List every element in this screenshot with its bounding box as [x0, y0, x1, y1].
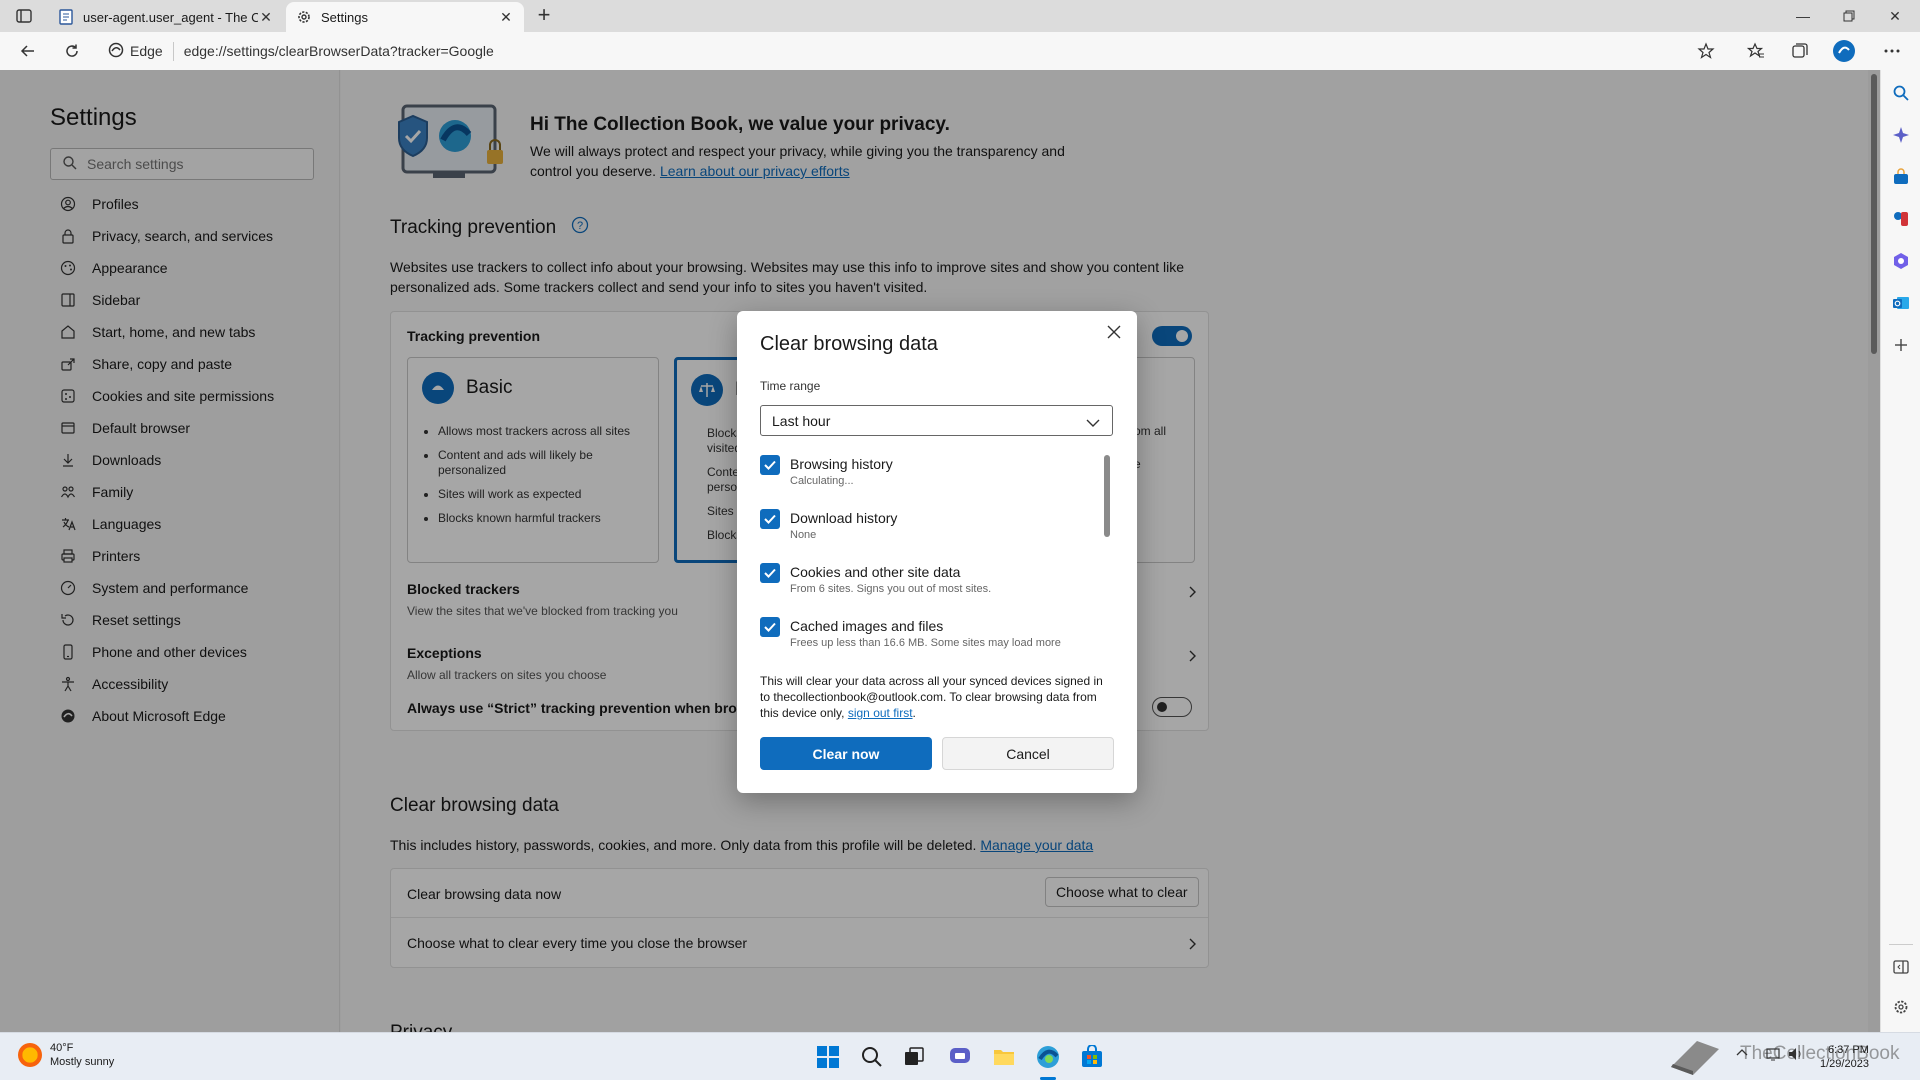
network-icon[interactable] — [1766, 1047, 1782, 1064]
checkmark-icon — [764, 568, 776, 578]
data-type-item[interactable]: Download history None — [760, 507, 1090, 547]
title-bar: user-agent.user_agent - The Coll ✕ Setti… — [0, 0, 1920, 32]
data-type-title: Cookies and other site data — [790, 564, 961, 580]
add-favorite-icon[interactable] — [1692, 38, 1720, 64]
outlook-icon[interactable] — [1892, 294, 1910, 312]
sync-note-end: . — [912, 706, 916, 720]
tab-user-agent[interactable]: user-agent.user_agent - The Coll ✕ — [48, 2, 284, 32]
edge-sidebar — [1880, 70, 1920, 1032]
start-icon[interactable] — [814, 1043, 842, 1071]
taskbar: 40°F Mostly sunny TheCollectionBook 6:37… — [0, 1032, 1920, 1080]
data-type-list: Browsing history Calculating... Download h… — [760, 453, 1100, 653]
close-tab-icon[interactable]: ✕ — [498, 9, 514, 25]
office-icon[interactable] — [1892, 252, 1910, 270]
tab-settings[interactable]: Settings ✕ — [286, 2, 524, 32]
weather-temp: 40°F — [50, 1042, 74, 1054]
data-type-title: Download history — [790, 510, 898, 526]
data-type-subtitle: Frees up less than 16.6 MB. Some sites m… — [790, 637, 1061, 649]
refresh-icon[interactable] — [58, 38, 86, 64]
search-icon[interactable] — [858, 1043, 886, 1071]
url-text[interactable]: edge://settings/clearBrowserData?tracker… — [184, 43, 494, 59]
sun-icon — [18, 1043, 42, 1067]
divider — [1889, 944, 1913, 945]
checkbox[interactable] — [760, 617, 780, 637]
gear-icon — [296, 9, 312, 25]
weather-condition: Mostly sunny — [50, 1056, 115, 1068]
clock[interactable]: 6:37 PM 1/29/2023 — [1820, 1043, 1869, 1071]
clock-time: 6:37 PM — [1827, 1044, 1869, 1056]
search-icon[interactable] — [1892, 84, 1910, 102]
checkmark-icon — [764, 514, 776, 524]
checkbox[interactable] — [760, 509, 780, 529]
time-range-label: Time range — [760, 379, 821, 393]
new-tab-button[interactable]: + — [532, 4, 556, 27]
edge-icon — [108, 42, 124, 61]
clock-date: 1/29/2023 — [1820, 1058, 1869, 1070]
address-chip-label: Edge — [130, 43, 163, 59]
edge-chip[interactable]: Edge — [108, 41, 174, 61]
close-tab-icon[interactable]: ✕ — [258, 9, 274, 25]
tab-title: user-agent.user_agent - The Coll — [83, 9, 258, 25]
clear-browsing-dialog: Clear browsing data Time range Last hour… — [737, 311, 1137, 793]
checkbox[interactable] — [760, 563, 780, 583]
dialog-title: Clear browsing data — [760, 333, 938, 355]
sync-note-text: This will clear your data across all you… — [760, 674, 1103, 720]
more-options-icon[interactable] — [1878, 38, 1906, 64]
document-icon — [58, 9, 74, 25]
data-type-item[interactable]: Cached images and files Frees up less tha… — [760, 615, 1090, 655]
navigation-toolbar: Edge edge://settings/clearBrowserData?tr… — [0, 32, 1920, 70]
teams-chat-icon[interactable] — [946, 1043, 974, 1071]
sync-note: This will clear your data across all you… — [760, 673, 1115, 721]
tab-title: Settings — [321, 9, 368, 25]
favorites-icon[interactable] — [1742, 38, 1770, 64]
settings-gear-icon[interactable] — [1892, 998, 1910, 1016]
time-range-select[interactable]: Last hour — [760, 405, 1113, 436]
data-type-title: Browsing history — [790, 456, 893, 472]
volume-icon[interactable] — [1788, 1047, 1804, 1064]
data-type-subtitle: None — [790, 529, 817, 541]
close-icon[interactable] — [1101, 319, 1127, 345]
back-icon[interactable] — [14, 38, 42, 64]
data-type-title: Cached images and files — [790, 618, 944, 634]
data-type-item[interactable]: Browsing history Calculating... — [760, 453, 1090, 493]
minimize-icon[interactable]: — — [1780, 0, 1826, 32]
book-logo-icon — [1666, 1037, 1724, 1077]
collections-icon[interactable] — [1786, 38, 1814, 64]
hide-sidebar-icon[interactable] — [1892, 958, 1910, 976]
file-explorer-icon[interactable] — [990, 1043, 1018, 1071]
data-type-item[interactable]: Cookies and other site data From 6 sites.… — [760, 561, 1090, 601]
data-type-subtitle: From 6 sites. Signs you out of most site… — [790, 583, 992, 595]
discover-icon[interactable] — [1892, 126, 1910, 144]
dialog-scrollbar-thumb[interactable] — [1104, 455, 1110, 537]
chevron-up-icon[interactable] — [1736, 1047, 1748, 1060]
edge-taskbar-icon[interactable] — [1034, 1043, 1062, 1071]
restore-icon[interactable] — [1826, 0, 1872, 32]
sign-out-link[interactable]: sign out first — [848, 706, 913, 720]
tab-actions-icon[interactable] — [10, 6, 38, 26]
data-type-subtitle: Calculating... — [790, 475, 854, 487]
profile-avatar-icon[interactable] — [1830, 38, 1858, 64]
store-icon[interactable] — [1078, 1043, 1106, 1071]
cancel-button[interactable]: Cancel — [942, 737, 1114, 770]
weather-widget[interactable]: 40°F Mostly sunny — [18, 1041, 114, 1069]
checkmark-icon — [764, 460, 776, 470]
address-bar[interactable]: Edge edge://settings/clearBrowserData?tr… — [108, 36, 1708, 66]
games-icon[interactable] — [1892, 210, 1910, 228]
task-view-icon[interactable] — [900, 1043, 928, 1071]
time-range-value: Last hour — [772, 412, 831, 429]
checkbox[interactable] — [760, 455, 780, 475]
close-window-icon[interactable]: ✕ — [1872, 0, 1918, 32]
add-icon[interactable] — [1892, 336, 1910, 354]
shopping-icon[interactable] — [1892, 168, 1910, 186]
checkmark-icon — [764, 622, 776, 632]
clear-now-button[interactable]: Clear now — [760, 737, 932, 770]
chevron-down-icon — [1086, 415, 1100, 431]
